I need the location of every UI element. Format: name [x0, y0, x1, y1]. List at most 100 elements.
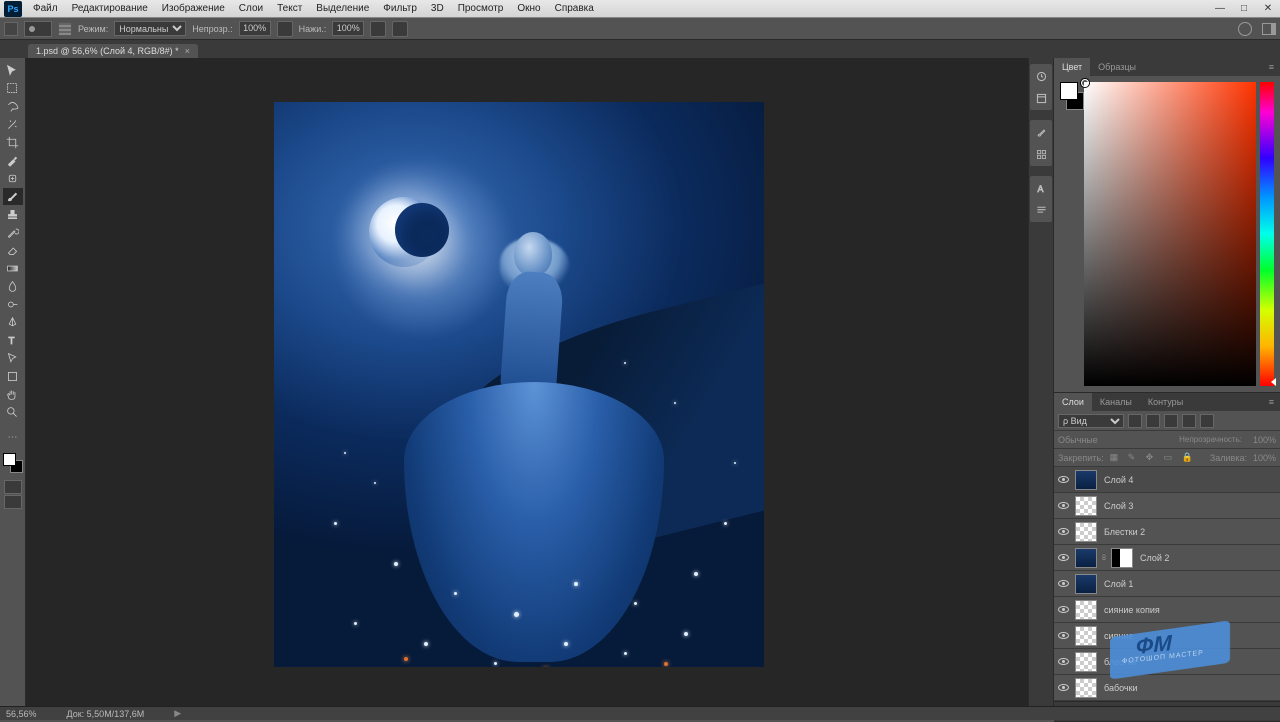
history-brush-tool[interactable] [3, 224, 23, 241]
layer-name[interactable]: сияние копия [1100, 605, 1280, 615]
foreground-color[interactable] [3, 453, 16, 466]
hand-tool[interactable] [3, 386, 23, 403]
filter-shape-icon[interactable] [1182, 414, 1196, 428]
filter-adjust-icon[interactable] [1146, 414, 1160, 428]
menu-text[interactable]: Текст [270, 3, 309, 14]
dodge-tool[interactable] [3, 296, 23, 313]
menu-window[interactable]: Окно [510, 3, 547, 14]
visibility-toggle[interactable] [1054, 658, 1072, 665]
layer-thumbnail[interactable] [1072, 574, 1100, 594]
move-tool[interactable] [3, 62, 23, 79]
blur-tool[interactable] [3, 278, 23, 295]
type-tool[interactable]: T [3, 332, 23, 349]
opacity-value[interactable]: 100% [239, 21, 271, 36]
menu-view[interactable]: Просмотр [451, 3, 511, 14]
brush-panel-toggle-icon[interactable] [58, 22, 72, 36]
flow-value[interactable]: 100% [332, 21, 364, 36]
hue-slider[interactable] [1260, 82, 1274, 386]
visibility-toggle[interactable] [1054, 684, 1072, 691]
quickmask-toggle[interactable] [4, 480, 22, 494]
layer-row[interactable]: Слой 1 [1054, 571, 1280, 597]
filter-smart-icon[interactable] [1200, 414, 1214, 428]
zoom-tool[interactable] [3, 404, 23, 421]
layer-row[interactable]: блестки [1054, 649, 1280, 675]
screenmode-toggle[interactable] [4, 495, 22, 509]
layers-menu-icon[interactable]: ≡ [1263, 397, 1280, 407]
properties-panel-icon[interactable] [1033, 90, 1049, 106]
canvas-area[interactable] [26, 58, 1028, 706]
lasso-tool[interactable] [3, 98, 23, 115]
history-panel-icon[interactable] [1033, 68, 1049, 84]
panel-menu-icon[interactable]: ≡ [1263, 62, 1280, 72]
layer-name[interactable]: Слой 4 [1100, 475, 1280, 485]
visibility-toggle[interactable] [1054, 554, 1072, 561]
layer-name[interactable]: бабочки [1100, 683, 1280, 693]
tab-color[interactable]: Цвет [1054, 58, 1090, 76]
close-button[interactable]: ✕ [1256, 1, 1280, 17]
brush-tool[interactable] [3, 188, 23, 205]
airbrush-icon[interactable] [370, 21, 386, 37]
lock-all-icon[interactable]: 🔒 [1182, 452, 1194, 464]
layer-row[interactable]: Слой 3 [1054, 493, 1280, 519]
layer-thumbnail[interactable] [1072, 600, 1100, 620]
lock-position-icon[interactable]: ✥ [1146, 452, 1158, 464]
menu-edit[interactable]: Редактирование [65, 3, 155, 14]
paragraph-panel-icon[interactable] [1033, 202, 1049, 218]
menu-3d[interactable]: 3D [424, 3, 451, 14]
zoom-level[interactable]: 56,56% [6, 709, 37, 719]
layer-row[interactable]: бабочки [1054, 675, 1280, 701]
path-select-tool[interactable] [3, 350, 23, 367]
tool-preset-icon[interactable] [4, 22, 18, 36]
blend-mode[interactable]: Обычные [1058, 435, 1175, 445]
layer-thumbnail[interactable] [1072, 626, 1100, 646]
healing-tool[interactable] [3, 170, 23, 187]
minimize-button[interactable]: — [1208, 1, 1232, 17]
color-swatch[interactable] [3, 453, 23, 473]
status-arrow-icon[interactable]: ▶ [174, 708, 181, 719]
tab-swatches[interactable]: Образцы [1090, 58, 1144, 76]
layer-row[interactable]: Блестки 2 [1054, 519, 1280, 545]
visibility-toggle[interactable] [1054, 476, 1072, 483]
pressure-opacity-icon[interactable] [277, 21, 293, 37]
eyedropper-tool[interactable] [3, 152, 23, 169]
tab-paths[interactable]: Контуры [1140, 393, 1191, 411]
layer-row[interactable]: 𝟾Слой 2 [1054, 545, 1280, 571]
menu-filter[interactable]: Фильтр [376, 3, 424, 14]
menu-file[interactable]: Файл [26, 3, 65, 14]
fg-swatch[interactable] [1060, 82, 1078, 100]
filter-type-select[interactable]: ρ Вид [1058, 414, 1124, 428]
layer-opacity-value[interactable]: 100% [1246, 435, 1276, 445]
layer-row[interactable]: сияние [1054, 623, 1280, 649]
brush-preview[interactable] [24, 21, 52, 37]
workspace-switch-icon[interactable] [1262, 23, 1276, 35]
brushes-panel-icon[interactable] [1033, 124, 1049, 140]
tab-channels[interactable]: Каналы [1092, 393, 1140, 411]
tab-close-icon[interactable]: × [185, 46, 190, 56]
character-panel-icon[interactable]: A [1033, 180, 1049, 196]
layer-row[interactable]: Слой 4 [1054, 467, 1280, 493]
tab-layers[interactable]: Слои [1054, 393, 1092, 411]
filter-type-icon[interactable] [1164, 414, 1178, 428]
lock-artboard-icon[interactable]: ▭ [1164, 452, 1176, 464]
layer-name[interactable]: сияние [1100, 631, 1280, 641]
menu-layers[interactable]: Слои [232, 3, 270, 14]
layer-thumbnail[interactable] [1072, 678, 1100, 698]
layer-name[interactable]: Слой 2 [1136, 553, 1280, 563]
visibility-toggle[interactable] [1054, 502, 1072, 509]
layer-name[interactable]: блестки [1100, 657, 1280, 667]
blend-mode-select[interactable]: Нормальный [114, 21, 186, 36]
visibility-toggle[interactable] [1054, 580, 1072, 587]
crop-tool[interactable] [3, 134, 23, 151]
menu-select[interactable]: Выделение [309, 3, 376, 14]
eraser-tool[interactable] [3, 242, 23, 259]
menu-help[interactable]: Справка [548, 3, 601, 14]
lock-paint-icon[interactable]: ✎ [1128, 452, 1140, 464]
shape-tool[interactable] [3, 368, 23, 385]
layer-name[interactable]: Слой 1 [1100, 579, 1280, 589]
layer-name[interactable]: Слой 3 [1100, 501, 1280, 511]
pressure-size-icon[interactable] [392, 21, 408, 37]
fill-value[interactable]: 100% [1253, 453, 1276, 463]
layer-thumbnail[interactable] [1072, 470, 1100, 490]
layer-row[interactable]: сияние копия [1054, 597, 1280, 623]
marquee-tool[interactable] [3, 80, 23, 97]
